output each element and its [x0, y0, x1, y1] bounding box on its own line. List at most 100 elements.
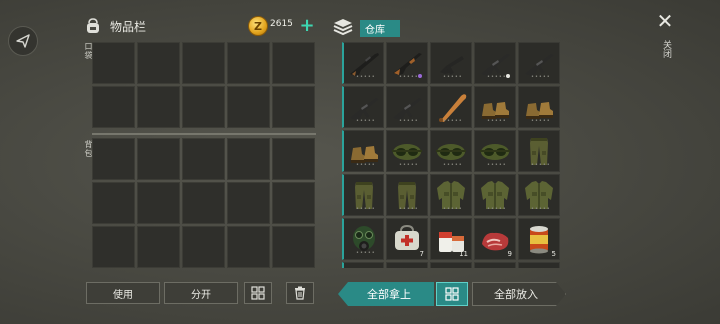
- use-button[interactable]: 使用: [86, 282, 160, 304]
- warehouse-slot[interactable]: [386, 262, 428, 268]
- inventory-slot[interactable]: [92, 138, 135, 180]
- backpack-grid: [92, 138, 316, 268]
- durability-indicator: •••••: [356, 250, 376, 256]
- warehouse-slot[interactable]: •••••: [342, 42, 384, 84]
- inventory-slot[interactable]: [92, 182, 135, 224]
- warehouse-slot[interactable]: 9: [474, 218, 516, 260]
- warehouse-slot[interactable]: •••••: [474, 42, 516, 84]
- inventory-slot[interactable]: [137, 86, 180, 128]
- sort-inventory-button[interactable]: [244, 282, 272, 304]
- inventory-slot[interactable]: [272, 182, 315, 224]
- coin-icon: Z: [248, 16, 268, 36]
- discard-button[interactable]: [286, 282, 314, 304]
- inventory-slot[interactable]: [92, 86, 135, 128]
- durability-indicator: •••••: [356, 162, 376, 168]
- partial-item-icon: [347, 266, 381, 268]
- warehouse-slot[interactable]: •••••: [430, 42, 472, 84]
- warehouse-slot[interactable]: •••••: [342, 86, 384, 128]
- inventory-slot[interactable]: [137, 182, 180, 224]
- item-quantity: 11: [459, 250, 468, 258]
- warehouse-slot[interactable]: •••••: [518, 130, 560, 172]
- inventory-slot[interactable]: [272, 86, 315, 128]
- inventory-slot[interactable]: [182, 182, 225, 224]
- warehouse-slot[interactable]: 7: [386, 218, 428, 260]
- warehouse-slot[interactable]: •••••: [474, 174, 516, 216]
- item-quantity: 5: [551, 250, 556, 258]
- warehouse-slot[interactable]: 5: [518, 218, 560, 260]
- durability-indicator: •••••: [443, 118, 463, 124]
- inventory-header: 物品栏 Z 2615 +: [82, 14, 316, 38]
- warehouse-slot[interactable]: [342, 262, 384, 268]
- warehouse-slot[interactable]: •••••: [386, 42, 428, 84]
- warehouse-grid: ••••• ••••• ••••• ••••• ••••• ••••• ••••• •••••…: [342, 42, 562, 268]
- inventory-slot[interactable]: [182, 86, 225, 128]
- durability-indicator: •••••: [399, 206, 419, 212]
- trash-icon: [295, 286, 305, 300]
- partial-item-icon: [434, 266, 468, 268]
- warehouse-slot[interactable]: [474, 262, 516, 268]
- warehouse-slot[interactable]: 11: [430, 218, 472, 260]
- navigate-button[interactable]: [8, 26, 38, 56]
- inventory-title: 物品栏: [110, 19, 147, 34]
- inventory-slot[interactable]: [92, 226, 135, 268]
- durability-indicator: •••••: [443, 206, 463, 212]
- warehouse-slot[interactable]: [518, 262, 560, 268]
- durability-indicator: •••••: [399, 118, 419, 124]
- durability-indicator: •••••: [531, 74, 551, 80]
- inventory-slot[interactable]: [182, 42, 225, 84]
- inventory-slot[interactable]: [227, 42, 270, 84]
- inventory-slot[interactable]: [272, 42, 315, 84]
- inventory-slot[interactable]: [227, 138, 270, 180]
- durability-indicator: •••••: [531, 118, 551, 124]
- warehouse-slot[interactable]: •••••: [518, 174, 560, 216]
- take-all-button[interactable]: 全部拿上: [338, 282, 434, 306]
- sort-grid-icon: [445, 287, 459, 301]
- warehouse-slot[interactable]: •••••: [430, 174, 472, 216]
- durability-indicator: •••••: [487, 118, 507, 124]
- add-coins-button[interactable]: +: [298, 16, 316, 36]
- durability-indicator: •••••: [531, 162, 551, 168]
- sort-warehouse-button[interactable]: [436, 282, 468, 306]
- backpack-icon: [87, 18, 99, 33]
- inventory-slot[interactable]: [227, 182, 270, 224]
- section-divider: [92, 133, 316, 135]
- durability-indicator: •••••: [443, 162, 463, 168]
- warehouse-slot[interactable]: •••••: [386, 86, 428, 128]
- inventory-slot[interactable]: [137, 42, 180, 84]
- put-all-button[interactable]: 全部放入: [472, 282, 566, 306]
- warehouse-slot[interactable]: •••••: [518, 86, 560, 128]
- inventory-slot[interactable]: [182, 226, 225, 268]
- durability-indicator: •••••: [399, 162, 419, 168]
- close-label[interactable]: 关闭: [660, 40, 673, 58]
- durability-indicator: •••••: [487, 206, 507, 212]
- warehouse-slot[interactable]: •••••: [386, 174, 428, 216]
- warehouse-slot[interactable]: [430, 262, 472, 268]
- warehouse-slot[interactable]: •••••: [430, 130, 472, 172]
- inventory-slot[interactable]: [182, 138, 225, 180]
- mod-indicator: [418, 74, 422, 78]
- inventory-slot[interactable]: [272, 138, 315, 180]
- inventory-slot[interactable]: [137, 138, 180, 180]
- warehouse-slot[interactable]: •••••: [342, 130, 384, 172]
- split-button[interactable]: 分开: [164, 282, 238, 304]
- inventory-slot[interactable]: [272, 226, 315, 268]
- inventory-slot[interactable]: [227, 226, 270, 268]
- warehouse-slot[interactable]: •••••: [474, 130, 516, 172]
- inventory-slot[interactable]: [92, 42, 135, 84]
- sort-grid-icon: [251, 286, 265, 300]
- warehouse-slot[interactable]: •••••: [430, 86, 472, 128]
- warehouse-slot[interactable]: •••••: [518, 42, 560, 84]
- warehouse-slot[interactable]: •••••: [342, 174, 384, 216]
- partial-item-icon: [478, 266, 512, 268]
- warehouse-slot[interactable]: •••••: [386, 130, 428, 172]
- inventory-slot[interactable]: [137, 226, 180, 268]
- close-button[interactable]: ✕: [654, 10, 676, 32]
- mod-indicator: [506, 74, 510, 78]
- pocket-grid: [92, 42, 316, 128]
- inventory-slot[interactable]: [227, 86, 270, 128]
- warehouse-slot[interactable]: •••••: [474, 86, 516, 128]
- durability-indicator: •••••: [356, 74, 376, 80]
- durability-indicator: •••••: [356, 118, 376, 124]
- warehouse-slot[interactable]: •••••: [342, 218, 384, 260]
- warehouse-title: 仓库: [360, 20, 400, 37]
